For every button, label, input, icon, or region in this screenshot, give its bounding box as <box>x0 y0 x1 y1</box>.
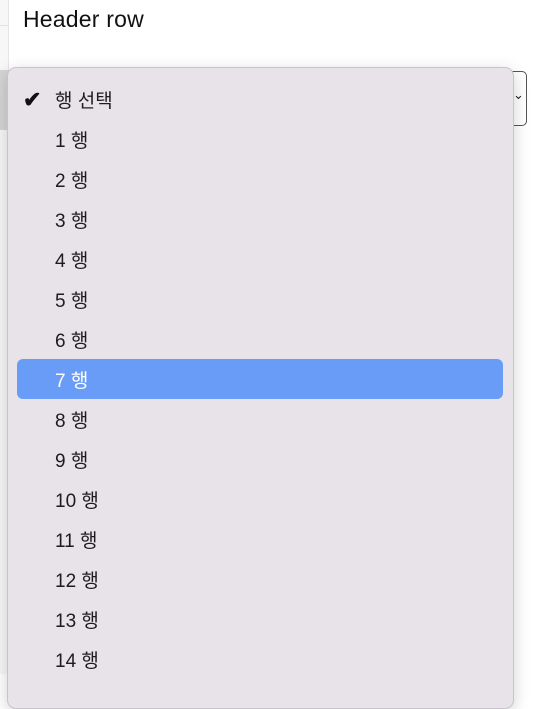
select-option[interactable]: 12 행 <box>17 559 503 599</box>
select-option[interactable]: 14 행 <box>17 639 503 679</box>
select-option[interactable]: 3 행 <box>17 199 503 239</box>
option-label: 12 행 <box>55 570 99 592</box>
select-option[interactable]: 2 행 <box>17 159 503 199</box>
option-label: 9 행 <box>55 450 89 472</box>
option-label: 7 행 <box>55 370 89 392</box>
select-option[interactable]: 13 행 <box>17 599 503 639</box>
option-label: 5 행 <box>55 290 89 312</box>
select-option[interactable]: 6 행 <box>17 319 503 359</box>
divider <box>0 25 8 26</box>
option-label: 11 행 <box>55 530 98 552</box>
select-option[interactable]: 8 행 <box>17 399 503 439</box>
section-title: Header row <box>23 6 144 32</box>
option-label: 행 선택 <box>55 90 113 112</box>
option-label: 2 행 <box>55 170 89 192</box>
checkmark-icon: ✔ <box>23 87 42 112</box>
select-option[interactable]: 1 행 <box>17 119 503 159</box>
option-label: 3 행 <box>55 210 89 232</box>
option-label: 10 행 <box>55 490 99 512</box>
option-label: 8 행 <box>55 410 89 432</box>
chevron-down-icon: ⌄ <box>513 88 524 103</box>
select-option[interactable]: 4 행 <box>17 239 503 279</box>
option-label: 4 행 <box>55 250 89 272</box>
option-label: 13 행 <box>55 610 99 632</box>
select-option[interactable]: 7 행 <box>17 359 503 399</box>
option-label: 1 행 <box>55 130 89 152</box>
option-label: 14 행 <box>55 650 99 672</box>
select-option[interactable]: 10 행 <box>17 479 503 519</box>
option-label: 6 행 <box>55 330 89 352</box>
select-dropdown-menu[interactable]: ✔ 행 선택 1 행 2 행 3 행 4 행 5 행 6 행 7 행 8 행 9 행 10 행 11 행… <box>7 67 514 709</box>
select-option[interactable]: 11 행 <box>17 519 503 559</box>
select-option[interactable]: 9 행 <box>17 439 503 479</box>
select-option[interactable]: ✔ 행 선택 <box>17 79 503 119</box>
select-option[interactable]: 5 행 <box>17 279 503 319</box>
